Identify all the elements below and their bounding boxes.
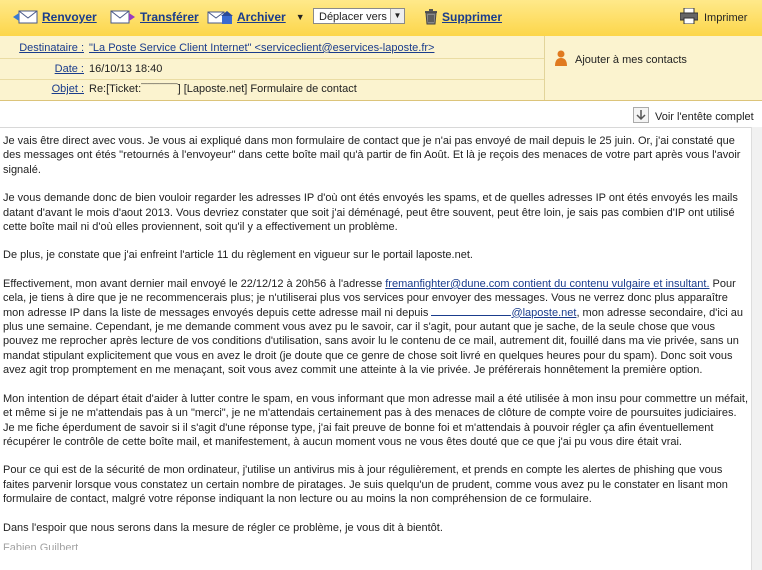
scrollbar[interactable]	[751, 127, 762, 570]
forward-icon	[110, 9, 136, 25]
header-row-date: Date : 16/10/13 18:40	[0, 59, 544, 80]
add-contact-icon	[555, 50, 567, 69]
reply-label: Renvoyer	[42, 10, 97, 24]
chevron-down-icon: ▼	[390, 9, 404, 23]
message-body: Je vais être direct avec vous. Je vous a…	[3, 134, 751, 549]
arrow-down-icon	[633, 107, 649, 126]
body-paragraph: Pour ce qui est de la sécurité de mon or…	[3, 464, 728, 506]
body-text: Effectivement, mon avant dernier mail en…	[3, 277, 386, 290]
header-fields: Destinataire : "La Poste Service Client …	[0, 36, 544, 100]
print-label: Imprimer	[704, 11, 748, 24]
signature-cutoff: Fabien Guilbert	[3, 542, 79, 550]
email-link[interactable]: @laposte.net	[511, 307, 576, 319]
delete-label: Supprimer	[442, 10, 503, 24]
printer-icon	[679, 7, 699, 27]
add-contact-label: Ajouter à mes contacts	[575, 53, 687, 66]
to-value[interactable]: "La Poste Service Client Internet" <serv…	[89, 42, 434, 54]
trash-icon	[424, 9, 438, 25]
body-paragraph: Mon intention de départ était d'aider à …	[3, 392, 748, 448]
toolbar: Renvoyer Transférer Archiver ▼ Déplacer …	[0, 0, 762, 37]
reply-icon	[12, 9, 38, 25]
reply-button[interactable]: Renvoyer	[12, 9, 97, 25]
subject-value: Re:[Ticket:¯¯¯¯¯¯] [Laposte.net] Formula…	[89, 83, 357, 95]
body-paragraph: Effectivement, mon avant dernier mail en…	[3, 277, 751, 378]
show-headers-label: Voir l'entête complet	[655, 110, 754, 123]
body-paragraph: Dans l'espoir que nous serons dans la me…	[3, 521, 443, 534]
subject-label[interactable]: Objet :	[52, 83, 84, 95]
redacted-address	[431, 314, 512, 316]
move-to-value: Déplacer vers	[319, 11, 387, 23]
email-link[interactable]: fremanfighter@dune.com contient du conte…	[385, 278, 709, 290]
add-contact-button[interactable]: Ajouter à mes contacts	[555, 50, 687, 69]
delete-button[interactable]: Supprimer	[424, 9, 502, 25]
headers-bar: Voir l'entête complet	[0, 101, 762, 128]
header-actions: Ajouter à mes contacts	[544, 36, 762, 100]
header-row-to: Destinataire : "La Poste Service Client …	[0, 38, 544, 59]
forward-button[interactable]: Transférer	[110, 9, 199, 25]
chevron-down-icon[interactable]: ▼	[296, 12, 305, 22]
message-header: Destinataire : "La Poste Service Client …	[0, 36, 762, 101]
print-button[interactable]: Imprimer	[679, 7, 748, 27]
header-row-subject: Objet : Re:[Ticket:¯¯¯¯¯¯] [Laposte.net]…	[0, 79, 544, 99]
body-paragraph: Je vais être direct avec vous. Je vous a…	[3, 135, 741, 176]
body-paragraph: De plus, je constate que j'ai enfreint l…	[3, 249, 473, 262]
forward-label: Transférer	[140, 10, 199, 24]
date-label[interactable]: Date :	[55, 63, 84, 75]
show-headers-button[interactable]: Voir l'entête complet	[633, 107, 754, 126]
move-to-select[interactable]: Déplacer vers ▼	[313, 8, 405, 24]
archive-icon	[207, 9, 233, 25]
to-label[interactable]: Destinataire :	[19, 42, 84, 54]
body-paragraph: Je vous demande donc de bien vouloir reg…	[3, 192, 738, 234]
archive-button[interactable]: Archiver ▼	[207, 9, 305, 25]
date-value: 16/10/13 18:40	[89, 63, 163, 75]
archive-label: Archiver	[237, 10, 286, 24]
